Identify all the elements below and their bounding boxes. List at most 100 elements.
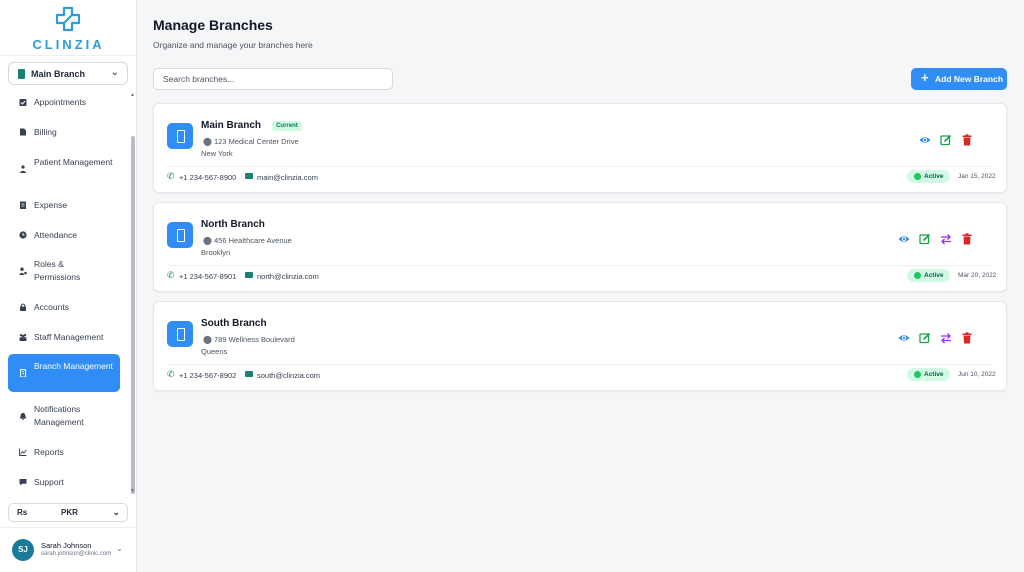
plus-icon: + [921, 70, 929, 85]
sidebar-item-label: Patient Management [34, 157, 113, 167]
sidebar-item-reports[interactable]: Reports [8, 446, 120, 459]
receipt-icon [20, 201, 26, 209]
switch-branch-button[interactable] [940, 331, 952, 344]
currency-symbol: Rs [17, 508, 28, 517]
branch-created-date: Mar 20, 2022 [958, 272, 997, 279]
sidebar-item-label: Reports [34, 447, 64, 457]
edit-icon [919, 233, 931, 245]
switch-branch-button[interactable] [940, 232, 952, 245]
status-label: Active [924, 272, 944, 279]
chat-icon [19, 479, 27, 486]
status-dot-icon [914, 173, 921, 180]
user-cog-icon [19, 267, 27, 275]
page-title: Manage Branches [153, 17, 273, 33]
sidebar-item-staff-management[interactable]: Staff Management [8, 331, 120, 344]
brand-logo[interactable]: CLINZIA [0, 0, 137, 56]
sidebar-item-label: Notifications Management [34, 404, 84, 427]
edit-branch-button[interactable] [919, 331, 931, 344]
sidebar-item-label: Branch Management [34, 361, 113, 371]
scroll-down-arrow-icon[interactable]: ▼ [130, 488, 135, 494]
scroll-up-arrow-icon[interactable]: ▲ [130, 92, 135, 98]
trash-icon [962, 134, 972, 146]
sidebar-scrollbar-thumb[interactable] [131, 136, 135, 494]
sidebar-item-attendance[interactable]: Attendance [8, 229, 120, 242]
sidebar-item-label: Support [34, 477, 64, 487]
branch-address: 123 Medical Center Drive [214, 137, 299, 146]
status-badge: Active [907, 170, 950, 183]
building-icon [167, 123, 193, 149]
status-dot-icon [914, 371, 921, 378]
search-input[interactable] [153, 68, 393, 90]
clock-icon [19, 231, 27, 239]
sidebar-item-notifications-management[interactable]: Notifications Management [8, 403, 120, 429]
status-badge: Active [907, 269, 950, 282]
edit-icon [919, 332, 931, 344]
sidebar-item-expense[interactable]: Expense [8, 199, 120, 212]
branch-phone: +1 234-567-8901 [179, 272, 237, 281]
branch-selector[interactable]: Main Branch ⌄ [8, 62, 128, 85]
delete-branch-button[interactable] [961, 331, 973, 344]
calendar-check-icon [19, 99, 27, 106]
swap-icon [941, 234, 951, 245]
eye-icon [898, 236, 910, 242]
branch-card: South Branch ⬤ 789 Wellness Boulevard Queen… [153, 301, 1007, 391]
sidebar-item-patient-management[interactable]: Patient Management [8, 156, 120, 182]
status-dot-icon [914, 272, 921, 279]
branch-phone: +1 234-567-8902 [179, 371, 237, 380]
map-pin-icon: ⬤ [203, 236, 212, 245]
view-branch-button[interactable] [898, 232, 910, 244]
chevron-down-icon: ⌄ [112, 507, 120, 517]
branch-city: Queens [201, 347, 228, 356]
divider [167, 265, 993, 266]
sidebar-item-roles-permissions[interactable]: Roles & Permissions [8, 258, 120, 284]
building-icon [20, 369, 26, 377]
sidebar-item-label: Attendance [34, 230, 78, 240]
edit-branch-button[interactable] [919, 232, 931, 245]
sidebar-item-branch-management[interactable]: Branch Management [8, 354, 120, 392]
lock-icon [20, 303, 26, 311]
sidebar-item-appointments[interactable]: Appointments [8, 96, 120, 109]
bell-icon [19, 412, 27, 420]
trash-icon [962, 233, 972, 245]
sidebar-item-accounts[interactable]: Accounts [8, 301, 120, 314]
phone-icon: ✆ [167, 270, 175, 280]
currency-code: PKR [61, 508, 78, 517]
add-branch-label: Add New Branch [935, 74, 1004, 84]
view-branch-button[interactable] [919, 133, 931, 145]
building-icon [167, 321, 193, 347]
view-branch-button[interactable] [898, 331, 910, 343]
branch-created-date: Jan 15, 2022 [958, 173, 996, 180]
delete-branch-button[interactable] [961, 133, 973, 146]
status-badge: Active [907, 368, 950, 381]
chart-line-icon [19, 448, 27, 456]
branch-name: Main Branch [201, 120, 262, 131]
branch-email: north@clinzia.com [257, 272, 319, 281]
brand-name: CLINZIA [32, 37, 105, 52]
add-branch-button[interactable]: + Add New Branch [911, 68, 1007, 90]
map-pin-icon: ⬤ [203, 137, 212, 146]
swap-icon [941, 333, 951, 344]
sidebar-item-label: Staff Management [34, 332, 104, 342]
edit-branch-button[interactable] [940, 133, 952, 146]
status-label: Active [924, 371, 944, 378]
mail-icon [245, 173, 253, 179]
branch-name: South Branch [201, 318, 267, 329]
currency-selector[interactable]: Rs PKR ⌄ [8, 503, 128, 522]
phone-icon: ✆ [167, 369, 175, 379]
sidebar-item-support[interactable]: Support [8, 476, 120, 489]
building-icon [167, 222, 193, 248]
map-pin-icon: ⬤ [203, 335, 212, 344]
current-badge: Current [272, 121, 302, 131]
delete-branch-button[interactable] [961, 232, 973, 245]
branch-city: Brooklyn [201, 248, 231, 257]
chevron-down-icon: ⌄ [116, 544, 123, 553]
sidebar-item-billing[interactable]: Billing [8, 126, 120, 139]
sidebar: CLINZIA Main Branch ⌄ Appointments Billin… [0, 0, 137, 572]
sidebar-item-label: Appointments [34, 97, 86, 107]
status-label: Active [924, 173, 944, 180]
chevron-down-icon: ⌄ [110, 67, 119, 78]
avatar: SJ [12, 539, 34, 561]
eye-icon [919, 137, 931, 143]
edit-icon [940, 134, 952, 146]
user-profile[interactable]: SJ Sarah Johnson sarah.johnson@clinic.co… [0, 527, 137, 572]
